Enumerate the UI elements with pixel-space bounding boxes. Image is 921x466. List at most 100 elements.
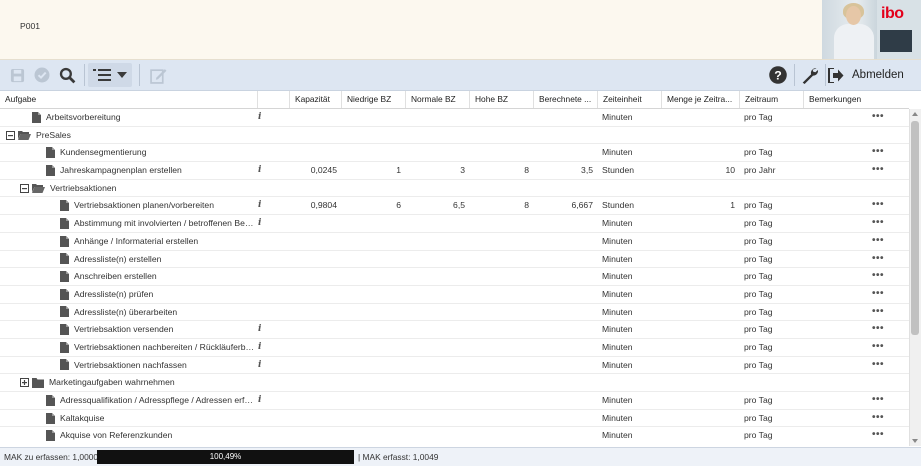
table-row[interactable]: Vertriebsaktionen nachfassen i Minuten pro … xyxy=(0,357,909,375)
table-row[interactable]: Adressliste(n) erstellen Minuten pro Tag ••… xyxy=(0,251,909,269)
table-row[interactable]: Adressliste(n) überarbeiten Minuten pro Ta… xyxy=(0,304,909,322)
more-options-icon[interactable]: ••• xyxy=(872,286,884,301)
info-icon[interactable]: i xyxy=(258,342,261,352)
expand-icon[interactable] xyxy=(20,378,29,388)
confirm-button[interactable] xyxy=(30,63,54,87)
col-bemerkungen-header[interactable]: Bemerkungen xyxy=(803,91,869,108)
task-name-cell[interactable]: Adressliste(n) erstellen xyxy=(60,251,255,268)
group-row[interactable]: Vertriebsaktionen xyxy=(0,180,909,198)
col-info-header[interactable] xyxy=(257,91,289,108)
collapse-icon[interactable] xyxy=(20,183,29,193)
col-zeiteinheit-header[interactable]: Zeiteinheit xyxy=(597,91,661,108)
task-name-cell[interactable]: Abstimmung mit involvierten / betroffene… xyxy=(60,215,255,232)
table-row[interactable]: Vertriebsaktionen planen/vorbereiten i 0,9… xyxy=(0,197,909,216)
col-kapazitaet-cell xyxy=(289,109,337,126)
task-name-cell[interactable]: Jahreskampagnenplan erstellen xyxy=(46,162,255,179)
col-zeitraum-header[interactable]: Zeitraum xyxy=(739,91,803,108)
task-name-cell[interactable]: Kundensegmentierung xyxy=(46,144,255,161)
info-icon[interactable]: i xyxy=(258,396,261,405)
col-niedrige-bz-cell xyxy=(341,215,401,232)
more-options-icon[interactable]: ••• xyxy=(872,339,884,354)
more-options-icon[interactable]: ••• xyxy=(872,410,884,425)
task-name-cell[interactable]: Vertriebsaktionen nachbereiten / Rückläu… xyxy=(60,339,255,356)
more-options-icon[interactable]: ••• xyxy=(872,357,884,372)
more-options-icon[interactable]: ••• xyxy=(872,268,884,283)
table-row[interactable]: Vertriebsaktion versenden i Minuten pro Tag… xyxy=(0,321,909,339)
more-options-icon[interactable]: ••• xyxy=(872,321,884,336)
col-menge-header[interactable]: Menge je Zeitra... xyxy=(661,91,739,108)
search-button[interactable] xyxy=(55,63,79,87)
task-name-cell[interactable]: Adressliste(n) überarbeiten xyxy=(60,304,255,321)
info-icon[interactable]: i xyxy=(258,166,261,175)
col-hohe-bz-header[interactable]: Hohe BZ xyxy=(469,91,533,108)
scroll-up-icon[interactable] xyxy=(912,112,918,116)
scroll-thumb[interactable] xyxy=(911,121,919,335)
group-row[interactable]: Marketingaufgaben wahrnehmen xyxy=(0,374,909,392)
help-button[interactable]: ? xyxy=(766,63,790,87)
table-row[interactable]: Anhänge / Informaterial erstellen Minuten… xyxy=(0,233,909,251)
more-options-icon[interactable]: ••• xyxy=(872,304,884,319)
scroll-down-icon[interactable] xyxy=(912,439,918,443)
col-normale-bz-header[interactable]: Normale BZ xyxy=(405,91,469,108)
amount-cell xyxy=(661,321,735,338)
save-button[interactable] xyxy=(5,63,29,87)
task-name-cell[interactable]: Akquise von Referenzkunden xyxy=(46,427,255,444)
col-berechnete-header[interactable]: Berechnete ... xyxy=(533,91,597,108)
info-icon[interactable]: i xyxy=(258,219,261,228)
settings-button[interactable] xyxy=(798,63,822,87)
col-hohe-bz-cell: 8 xyxy=(524,165,529,176)
table-row[interactable]: Kundensegmentierung Minuten pro Tag ••• xyxy=(0,144,909,163)
task-name-cell[interactable]: PreSales xyxy=(6,127,255,144)
col-niedrige-bz-header[interactable]: Niedrige BZ xyxy=(341,91,405,108)
table-row[interactable]: Vertriebsaktionen nachbereiten / Rückläu… xyxy=(0,339,909,357)
task-name-cell[interactable]: Adressqualifikation / Adresspflege / Adr… xyxy=(46,392,255,409)
col-berechnete-cell xyxy=(533,321,593,338)
edit-button[interactable] xyxy=(146,63,170,87)
more-options-icon[interactable]: ••• xyxy=(872,233,884,248)
task-name-cell[interactable]: Anschreiben erstellen xyxy=(60,268,255,285)
table-row[interactable]: Arbeitsvorbereitung i Minuten pro Tag ••• xyxy=(0,109,909,127)
unit-cell: Minuten xyxy=(602,288,633,299)
task-name-cell[interactable]: Marketingaufgaben wahrnehmen xyxy=(20,374,255,391)
group-row[interactable]: PreSales xyxy=(0,127,909,145)
collapse-icon[interactable] xyxy=(6,130,15,140)
vertical-scrollbar[interactable] xyxy=(909,109,921,446)
task-name-cell[interactable]: Anhänge / Informaterial erstellen xyxy=(60,233,255,250)
task-name-cell[interactable]: Vertriebsaktion versenden xyxy=(60,321,255,338)
more-options-icon[interactable]: ••• xyxy=(872,427,884,442)
more-options-icon[interactable]: ••• xyxy=(872,144,884,159)
info-icon[interactable]: i xyxy=(258,201,261,210)
task-name-cell[interactable]: Adressliste(n) prüfen xyxy=(60,286,255,303)
col-kapazitaet-header[interactable]: Kapazität xyxy=(289,91,341,108)
table-row[interactable]: Akquise von Referenzkunden Minuten pro Tag… xyxy=(0,427,909,444)
task-name-cell[interactable]: Vertriebsaktionen xyxy=(20,180,255,197)
table-row[interactable]: Kaltakquise Minuten pro Tag ••• xyxy=(0,410,909,428)
task-name-cell[interactable]: Kaltakquise xyxy=(46,410,255,427)
more-options-icon[interactable]: ••• xyxy=(872,215,884,230)
info-icon[interactable]: i xyxy=(258,360,261,370)
col-berechnete-cell xyxy=(533,215,593,232)
task-name-cell[interactable]: Vertriebsaktionen nachfassen xyxy=(60,357,255,374)
logout-button[interactable]: Abmelden xyxy=(828,63,916,87)
more-options-icon[interactable]: ••• xyxy=(872,392,884,407)
period-cell: pro Tag xyxy=(744,306,773,317)
table-row[interactable]: Abstimmung mit involvierten / betroffene… xyxy=(0,215,909,233)
unit-cell: Minuten xyxy=(602,306,633,317)
more-options-icon[interactable]: ••• xyxy=(872,197,884,212)
table-row[interactable]: Jahreskampagnenplan erstellen i 0,0245 1 3 8 3… xyxy=(0,162,909,180)
col-aufgabe-header[interactable]: Aufgabe xyxy=(0,91,257,108)
table-row[interactable]: Anschreiben erstellen Minuten pro Tag ••• xyxy=(0,268,909,286)
task-name-cell[interactable]: Vertriebsaktionen planen/vorbereiten xyxy=(60,197,255,214)
task-name: Vertriebsaktion versenden xyxy=(74,324,174,335)
document-icon xyxy=(60,271,69,283)
more-options-icon[interactable]: ••• xyxy=(872,162,884,177)
info-icon[interactable]: i xyxy=(258,325,261,334)
list-view-dropdown[interactable] xyxy=(88,63,132,87)
table-row[interactable]: Adressqualifikation / Adresspflege / Adr… xyxy=(0,392,909,410)
more-options-icon[interactable]: ••• xyxy=(872,251,884,266)
table-row[interactable]: Adressliste(n) prüfen Minuten pro Tag ••• xyxy=(0,286,909,304)
col-berechnete-cell xyxy=(533,180,593,197)
more-options-icon[interactable]: ••• xyxy=(872,109,884,124)
info-icon[interactable]: i xyxy=(258,113,261,122)
task-name-cell[interactable]: Arbeitsvorbereitung xyxy=(32,109,255,126)
